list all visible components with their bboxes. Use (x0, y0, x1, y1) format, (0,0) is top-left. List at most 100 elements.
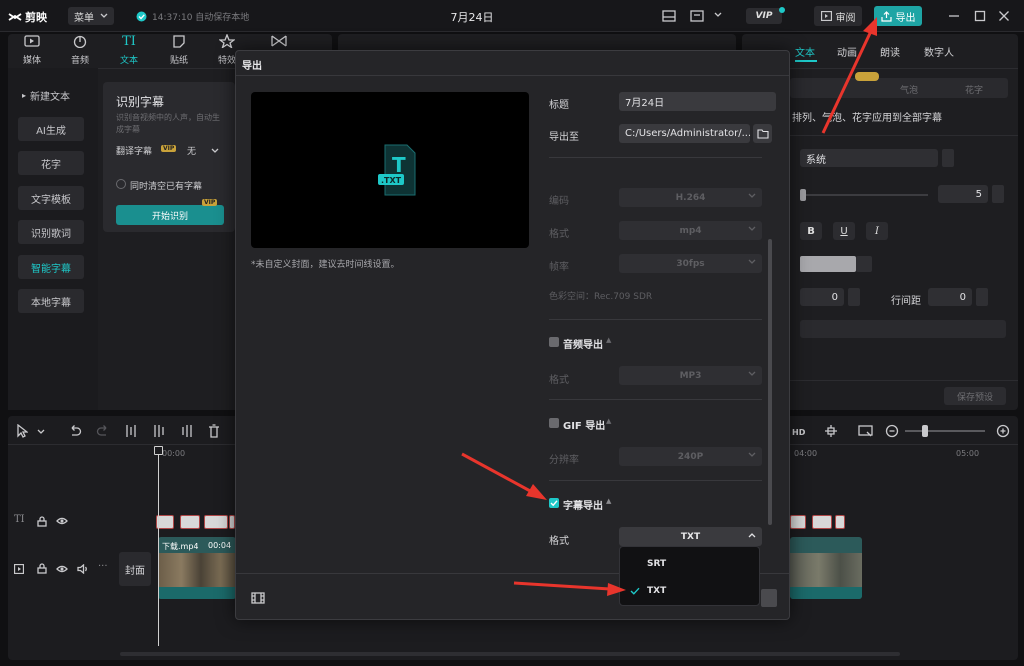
bold-button[interactable]: B (800, 222, 822, 240)
video-clip[interactable]: 下载.mp4 00:04 (158, 537, 236, 599)
size-slider-track[interactable] (800, 194, 928, 196)
encode-select[interactable]: H.264 (619, 188, 762, 207)
timeline-scrollbar[interactable] (120, 652, 900, 656)
collapse-icon[interactable]: ▲ (606, 336, 611, 344)
split-left-icon[interactable] (152, 424, 166, 438)
chevron-down-icon[interactable] (37, 429, 45, 435)
split-icon[interactable] (124, 424, 138, 438)
delete-icon[interactable] (207, 424, 221, 438)
split-right-icon[interactable] (180, 424, 194, 438)
subtitle-export-checkbox[interactable] (549, 498, 559, 508)
text-clip[interactable] (790, 515, 806, 529)
color-swatch[interactable] (800, 256, 856, 272)
layout-icon[interactable] (662, 10, 676, 22)
film-icon[interactable] (251, 592, 265, 604)
zoom-in-icon[interactable] (996, 424, 1010, 438)
export-confirm-button[interactable] (761, 589, 777, 607)
translate-select[interactable]: 无 (187, 144, 196, 157)
audio-format-select[interactable]: MP3 (619, 366, 762, 385)
line-spacing-input[interactable]: 0 (928, 288, 972, 306)
zoom-out-icon[interactable] (885, 424, 899, 438)
vip-badge[interactable]: VIP (746, 8, 782, 24)
settings-scrollbar[interactable] (768, 239, 772, 525)
sidebar-item-new-text[interactable]: ▸ 新建文本 (18, 83, 84, 107)
zoom-slider-track[interactable] (905, 430, 985, 432)
sidebar-item-ai[interactable]: AI生成 (18, 117, 84, 141)
underline-button[interactable]: U (833, 222, 855, 240)
more-icon[interactable]: ··· (98, 561, 108, 572)
volume-icon[interactable] (77, 564, 89, 574)
sidebar-item-template[interactable]: 文字模板 (18, 186, 84, 210)
playhead[interactable] (158, 452, 159, 646)
undo-icon[interactable] (68, 424, 82, 438)
chevron-down-icon[interactable] (714, 12, 722, 18)
preview-axis-icon[interactable] (858, 424, 874, 438)
sidebar-item-local-caption[interactable]: 本地字幕 (18, 289, 84, 313)
sidebar-item-smart-caption[interactable]: 智能字幕 (18, 255, 84, 279)
export-path-input[interactable]: C:/Users/Administrator/... (619, 124, 750, 143)
size-stepper[interactable] (992, 185, 1004, 203)
title-input[interactable]: 7月24日 (619, 92, 776, 111)
text-clip[interactable] (180, 515, 200, 529)
spacing-stepper[interactable] (848, 288, 860, 306)
review-button[interactable]: 审阅 (814, 6, 862, 26)
tab-media[interactable]: 媒体 (10, 34, 54, 66)
text-clip[interactable] (812, 515, 832, 529)
option-srt[interactable]: SRT (620, 553, 759, 575)
start-recognize-button[interactable]: 开始识别 (116, 205, 224, 225)
save-preset-button[interactable]: 保存预设 (944, 387, 1006, 405)
gif-res-select[interactable]: 240P (619, 447, 762, 466)
shortcut-icon[interactable] (690, 10, 704, 22)
tab-text[interactable]: TI 文本 (107, 34, 151, 66)
menu-button[interactable]: 菜单 (68, 7, 114, 25)
hd-icon[interactable]: HD (792, 425, 808, 437)
eye-icon[interactable] (56, 516, 68, 526)
text-clip[interactable] (204, 515, 228, 529)
eye-icon[interactable] (56, 564, 68, 574)
lock-icon[interactable] (37, 563, 47, 574)
line-spacing-stepper[interactable] (976, 288, 988, 306)
size-input[interactable]: 5 (938, 185, 988, 203)
export-button[interactable]: 导出 (874, 6, 922, 26)
size-slider-thumb[interactable] (800, 189, 806, 201)
collapse-icon[interactable]: ▲ (606, 497, 611, 505)
cover-button[interactable]: 封面 (119, 552, 151, 586)
close-icon[interactable] (998, 10, 1010, 22)
sidebar-item-lyrics[interactable]: 识别歌词 (18, 220, 84, 244)
redo-icon[interactable] (96, 424, 110, 438)
italic-button[interactable]: I (866, 222, 888, 240)
tab-digital-human[interactable]: 数字人 (924, 44, 954, 59)
minimize-icon[interactable] (948, 10, 960, 22)
tab-read-aloud[interactable]: 朗读 (880, 44, 900, 59)
align-buttons[interactable] (800, 320, 1006, 338)
audio-export-checkbox[interactable] (549, 337, 559, 347)
tab-text-props[interactable]: 文本 (795, 44, 815, 59)
sidebar-item-fancy[interactable]: 花字 (18, 151, 84, 175)
subtitle-format-select[interactable]: TXT (619, 527, 762, 546)
clear-checkbox[interactable] (116, 179, 126, 189)
lock-icon[interactable] (37, 516, 47, 527)
spacing-input[interactable]: 0 (800, 288, 844, 306)
text-clip[interactable] (835, 515, 845, 529)
color-dropdown[interactable] (856, 256, 872, 272)
browse-folder-button[interactable] (753, 124, 772, 143)
subtab-bubble[interactable]: 气泡 (900, 83, 918, 96)
subtab-fancy[interactable]: 花字 (965, 83, 983, 96)
zoom-slider-thumb[interactable] (922, 425, 928, 437)
playhead-handle[interactable] (154, 446, 163, 455)
tab-animation[interactable]: 动画 (837, 44, 857, 59)
format-select[interactable]: mp4 (619, 221, 762, 240)
cover-preview[interactable]: T .TXT (251, 92, 529, 248)
link-icon[interactable] (824, 424, 838, 438)
tab-audio[interactable]: 音频 (58, 34, 102, 66)
fps-select[interactable]: 30fps (619, 254, 762, 273)
maximize-icon[interactable] (974, 10, 986, 22)
font-select[interactable]: 系统 (800, 149, 938, 167)
gif-export-checkbox[interactable] (549, 418, 559, 428)
collapse-icon[interactable]: ▲ (606, 417, 611, 425)
cursor-select-icon[interactable] (16, 424, 28, 438)
font-stepper[interactable] (942, 149, 954, 167)
video-clip[interactable] (790, 537, 862, 599)
tab-sticker[interactable]: 贴纸 (157, 34, 201, 66)
option-txt[interactable]: TXT (620, 580, 759, 602)
